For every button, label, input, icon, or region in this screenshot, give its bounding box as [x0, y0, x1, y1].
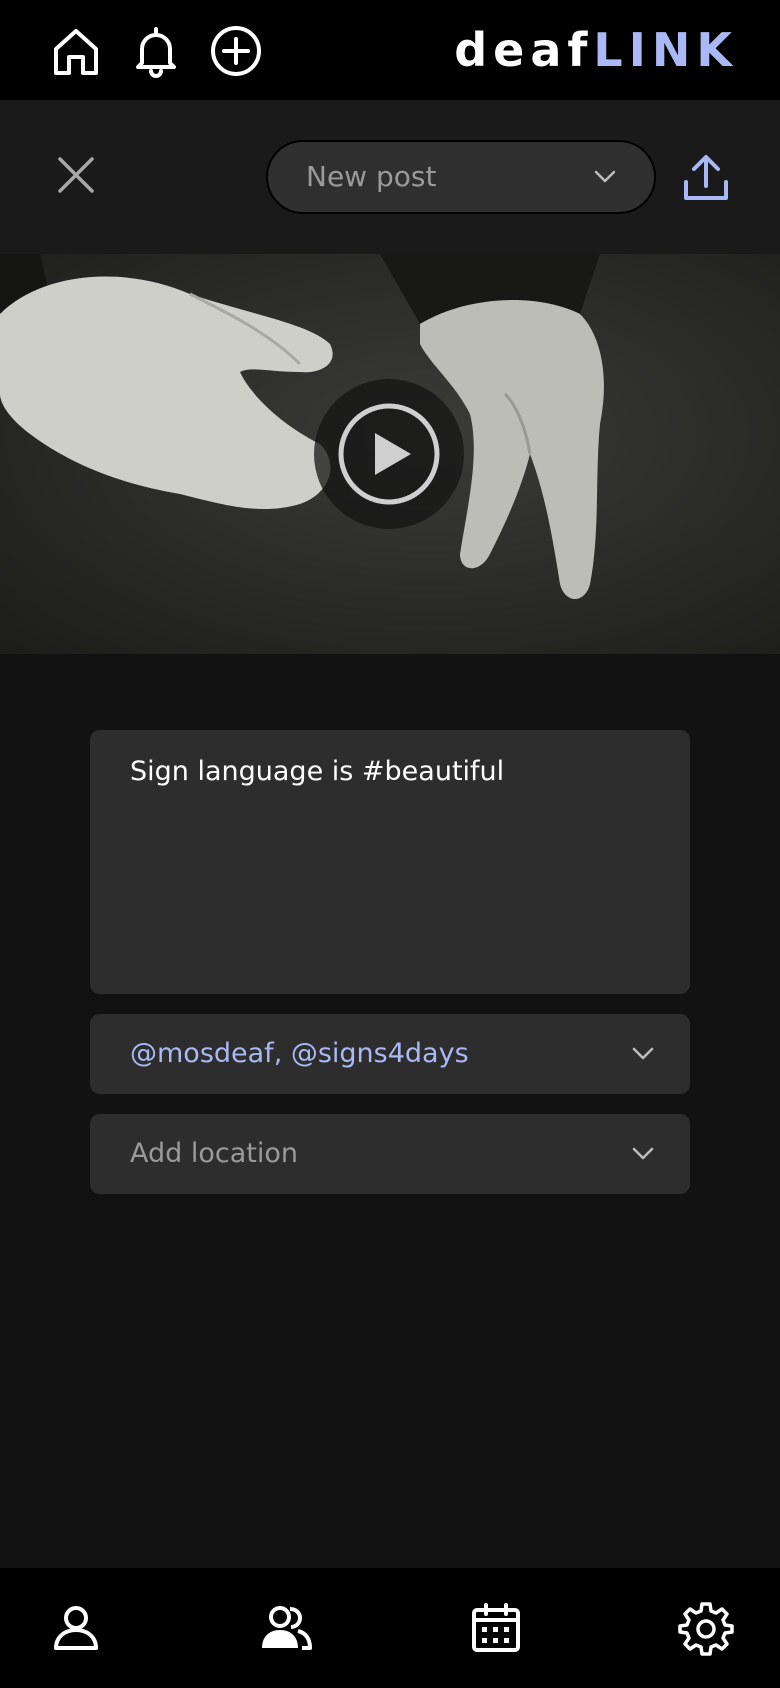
- bottom-nav: [0, 1568, 780, 1688]
- play-icon[interactable]: [313, 378, 465, 530]
- tag-people-dropdown[interactable]: @mosdeaf, @signs4days: [90, 1014, 690, 1094]
- caption-textarea[interactable]: Sign language is #beautiful: [90, 730, 690, 994]
- brand-logo-part2: LINK: [593, 23, 738, 77]
- close-icon[interactable]: [52, 151, 100, 199]
- post-type-label: New post: [306, 160, 437, 193]
- upload-icon[interactable]: [680, 152, 732, 204]
- chevron-down-icon: [632, 1047, 654, 1060]
- home-icon[interactable]: [48, 23, 104, 79]
- brand-logo-part1: deaf: [454, 23, 594, 77]
- brand-logo: deafLINK: [454, 20, 738, 80]
- add-circle-icon[interactable]: [208, 23, 264, 79]
- bell-icon[interactable]: [128, 23, 184, 79]
- chevron-down-icon: [632, 1147, 654, 1160]
- people-icon[interactable]: [258, 1600, 314, 1656]
- video-thumbnail[interactable]: [0, 254, 780, 654]
- profile-icon[interactable]: [48, 1600, 104, 1656]
- calendar-icon[interactable]: [468, 1600, 524, 1656]
- caption-text: Sign language is #beautiful: [130, 756, 505, 787]
- post-type-dropdown[interactable]: New post: [266, 140, 656, 214]
- top-bar: deafLINK: [0, 0, 780, 100]
- settings-icon[interactable]: [678, 1600, 734, 1656]
- chevron-down-icon: [594, 170, 616, 183]
- hand-left: [0, 276, 333, 510]
- location-dropdown[interactable]: Add location: [90, 1114, 690, 1194]
- tagged-users: @mosdeaf, @signs4days: [130, 1038, 469, 1069]
- location-placeholder: Add location: [130, 1138, 298, 1169]
